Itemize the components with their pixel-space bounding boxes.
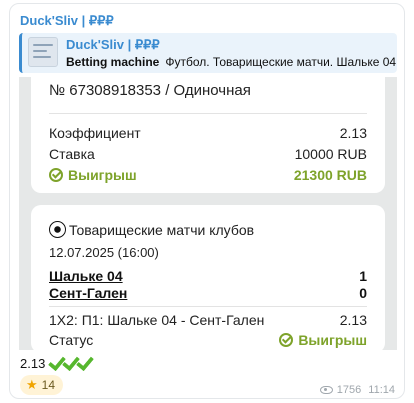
market-label: 1X2: П1: Шальке 04 - Сент-Гален — [49, 312, 265, 328]
reply-text: Betting machine Футбол. Товарищеские матч… — [66, 55, 396, 69]
sender-name[interactable]: Duck'Sliv | ₽₽₽ — [20, 13, 114, 29]
reply-source: Betting machine — [66, 55, 160, 69]
stake-row: Ставка 10000 RUB — [49, 146, 367, 162]
check-circle-icon — [49, 168, 63, 182]
view-count: 1756 — [336, 384, 362, 396]
team-row: Сент-Гален 0 — [49, 285, 367, 301]
message-meta: 1756 11:14 — [319, 384, 395, 396]
team-score: 0 — [359, 285, 367, 301]
stake-label: Ставка — [49, 146, 95, 162]
team-name: Шальке 04 — [49, 268, 123, 284]
result-row: Выигрыш 21300 RUB — [49, 167, 367, 183]
reaction-chip[interactable]: ★ 14 — [20, 375, 64, 395]
team-name: Сент-Гален — [49, 285, 128, 301]
status-value-wrap: Выигрыш — [279, 332, 367, 348]
status-label: Статус — [49, 332, 94, 348]
star-icon: ★ — [26, 377, 38, 392]
status-value: Выигрыш — [298, 332, 367, 348]
check-mark-icon — [77, 354, 87, 370]
reaction-count: 14 — [41, 378, 56, 392]
coef-value: 2.13 — [339, 125, 367, 141]
reply-title: Duck'Sliv | ₽₽₽ — [66, 37, 160, 52]
check-mark-icon — [49, 354, 59, 370]
match-title-wrap: Товарищеские матчи клубов — [49, 221, 254, 238]
market-coef: 2.13 — [339, 312, 367, 328]
match-card: Товарищеские матчи клубов 12.07.2025 (16… — [31, 205, 385, 350]
message-text-value: 2.13 — [20, 356, 46, 371]
message-bubble: Duck'Sliv | ₽₽₽ Duck'Sliv | ₽₽₽ Betting … — [9, 3, 405, 399]
match-title: Товарищеские матчи клубов — [69, 222, 255, 238]
bet-screenshot[interactable]: № 67308918353 / Одиночная Коэффициент 2.… — [19, 77, 397, 350]
bet-number: № 67308918353 / Одиночная — [49, 82, 251, 99]
coef-row: Коэффициент 2.13 — [49, 125, 367, 141]
coef-label: Коэффициент — [49, 125, 141, 141]
result-label: Выигрыш — [68, 167, 137, 183]
check-mark-icon — [63, 354, 73, 370]
divider — [49, 306, 367, 307]
team-score: 1 — [359, 268, 367, 284]
market-row: 1X2: П1: Шальке 04 - Сент-Гален 2.13 — [49, 312, 367, 328]
check-circle-icon — [279, 333, 294, 347]
match-date: 12.07.2025 (16:00) — [49, 245, 159, 260]
divider — [49, 113, 367, 114]
soccer-ball-icon — [49, 221, 66, 238]
reply-thumbnail — [28, 37, 58, 67]
reply-preview[interactable]: Duck'Sliv | ₽₽₽ Betting machine Футбол. Т… — [19, 33, 397, 73]
eye-icon — [319, 386, 333, 394]
stake-value: 10000 RUB — [294, 146, 367, 162]
status-row: Статус Выигрыш — [49, 332, 367, 348]
result-value: 21300 RUB — [293, 167, 367, 183]
message-time: 11:14 — [368, 384, 395, 396]
message-text: 2.13 — [20, 354, 87, 371]
team-row: Шальке 04 1 — [49, 268, 367, 284]
result-label-wrap: Выигрыш — [49, 167, 137, 183]
bet-card: № 67308918353 / Одиночная Коэффициент 2.… — [31, 77, 385, 193]
reply-preview-text: Футбол. Товарищеские матчи. Шальке 04 — [165, 55, 397, 69]
